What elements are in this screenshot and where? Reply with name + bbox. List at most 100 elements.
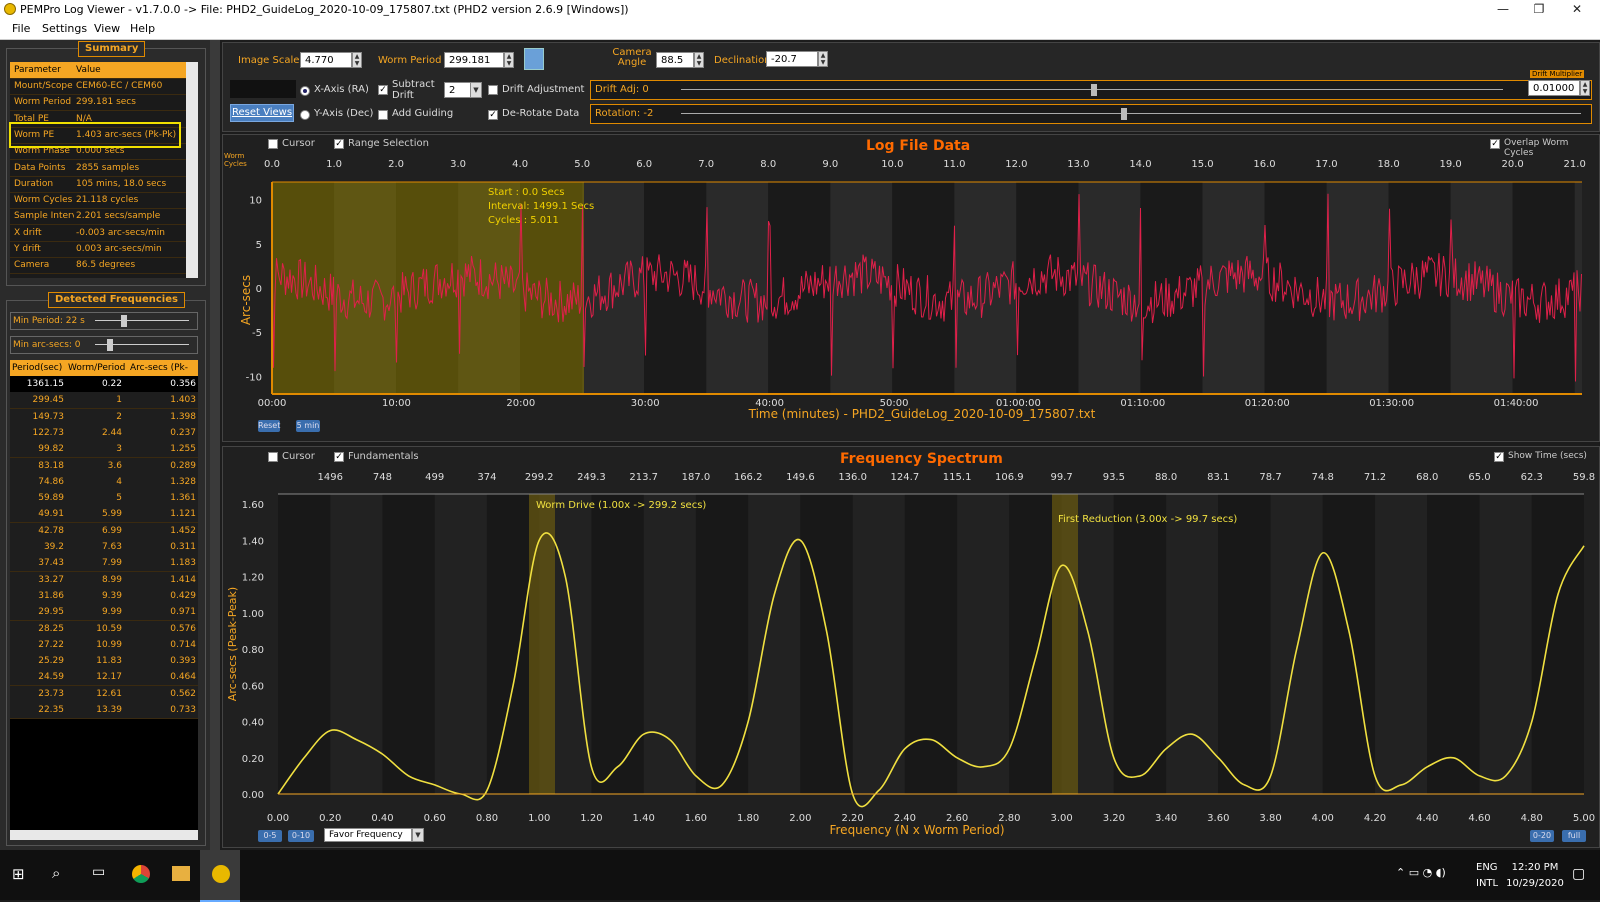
worm-period-spinner[interactable]: ▲ ▼ (504, 52, 514, 68)
task-view-icon[interactable]: ▭ (92, 864, 105, 880)
rotation-slider[interactable]: Rotation: -2 (590, 104, 1592, 124)
summary-value: 2.201 secs/sample (76, 211, 161, 222)
declination-input[interactable]: -20.7 (766, 51, 818, 67)
derotate-checkbox[interactable]: ✓ (488, 110, 498, 120)
camera-angle-spinner[interactable]: ▲ ▼ (694, 52, 704, 68)
min-period-thumb[interactable] (121, 315, 127, 327)
drift-multiplier-spinner[interactable]: ▲ ▼ (1580, 80, 1590, 96)
spectrum-x-tick: 0.00 (267, 813, 289, 824)
detected-worm: 0.22 (101, 379, 122, 389)
drift-adjustment-checkbox[interactable] (488, 85, 498, 95)
close-button[interactable]: ✕ (1554, 0, 1600, 20)
spectrum-top-tick: 59.8 (1573, 472, 1595, 483)
log-reset-button[interactable]: Reset (258, 420, 280, 432)
keyboard-layout[interactable]: INTL (1476, 878, 1498, 889)
range-selection-area[interactable] (272, 182, 584, 394)
reset-views-button[interactable]: Reset Views (230, 104, 294, 122)
detected-worm: 10.59 (96, 623, 122, 634)
detected-header-row: Period(sec)Worm/PeriodArc-secs (Pk-Pk) (10, 360, 198, 389)
clock-date[interactable]: 10/29/2020 (1506, 878, 1564, 889)
summary-param: Mount/Scope (14, 81, 73, 91)
windows-start-icon[interactable]: ⊞ (12, 866, 28, 882)
search-icon[interactable]: ⌕ (52, 864, 60, 882)
detected-hscrollbar[interactable] (10, 830, 198, 840)
worm-drive-label: Worm Drive (1.00x -> 299.2 secs) (536, 500, 706, 511)
camera-angle-input[interactable]: 88.5 (656, 52, 694, 68)
detected-row: 99.82 3 1.255 (10, 441, 198, 459)
detected-arcsecs: 1.121 (170, 509, 196, 520)
range-0-5-button[interactable]: 0-5 (258, 830, 282, 842)
detected-header-worm: Worm/Period (68, 363, 126, 373)
range-0-20-button[interactable]: 0-20 (1530, 830, 1554, 842)
worm-cycle-band (644, 182, 707, 394)
subtract-drift-checkbox[interactable]: ✓ (378, 85, 388, 95)
spectrum-band (904, 494, 958, 794)
image-scale-input[interactable]: 4.770 (300, 52, 352, 68)
spectrum-y-tick: 0.80 (242, 645, 264, 656)
detected-row: 25.29 11.83 0.393 (10, 653, 198, 671)
chrome-icon[interactable] (132, 865, 150, 883)
summary-scrollbar[interactable] (186, 62, 198, 278)
log-top-tick: 8.0 (760, 159, 776, 170)
min-period-slider[interactable]: Min Period: 22 s (10, 312, 198, 330)
pempro-taskbar-icon (212, 865, 230, 883)
summary-value: 0.003 arc-secs/min (76, 244, 162, 254)
image-scale-spinner[interactable]: ▲ ▼ (352, 52, 362, 68)
drift-adj-thumb[interactable] (1091, 84, 1097, 96)
worm-cycle-band (1016, 182, 1079, 394)
log-chart[interactable]: Arc-secs 0.0 1.0 2.0 3.0 4.0 5.0 6.0 7.0 8.0 9.0 1… (222, 150, 1598, 440)
detected-row: 28.25 10.59 0.576 (10, 620, 198, 638)
range-selection-checkbox[interactable]: ✓ (334, 139, 344, 149)
overlap-checkbox[interactable]: ✓ (1490, 139, 1500, 149)
five-min-button[interactable]: 5 min (296, 420, 320, 432)
spectrum-x-tick: 4.20 (1364, 813, 1386, 824)
worm-drive-marker (529, 494, 555, 794)
spectrum-band (748, 494, 801, 794)
spectrum-x-tick: 3.00 (1050, 813, 1072, 824)
menu-file[interactable]: File (12, 22, 30, 35)
tray-icons[interactable]: ⌃ ▭ ◔ ◖) (1396, 866, 1446, 879)
menu-help[interactable]: Help (130, 22, 155, 35)
clock-time[interactable]: 12:20 PM (1508, 862, 1562, 873)
log-xlabel: Time (minutes) - PHD2_GuideLog_2020-10-0… (748, 407, 1096, 421)
full-range-button[interactable]: full (1562, 830, 1586, 842)
min-arcsecs-thumb[interactable] (107, 339, 113, 351)
rotation-thumb[interactable] (1121, 108, 1127, 120)
detected-arcsecs: 1.452 (170, 525, 196, 536)
spectrum-chart[interactable]: Worm Drive (1.00x -> 299.2 secs) First R… (222, 464, 1598, 854)
spectrum-x-tick: 3.60 (1207, 813, 1229, 824)
show-time-checkbox[interactable]: ✓ (1494, 452, 1504, 462)
y-axis-radio[interactable] (300, 110, 310, 120)
drift-adj-slider[interactable]: Drift Adj: 0 (590, 80, 1592, 100)
splitter[interactable] (210, 40, 220, 850)
menu-view[interactable]: View (94, 22, 120, 35)
detected-worm: 7.99 (101, 558, 122, 569)
file-explorer-icon[interactable] (172, 866, 190, 881)
declination-spinner[interactable]: ▲ ▼ (818, 51, 828, 67)
range-selection-label: Range Selection (348, 138, 429, 149)
range-0-10-button[interactable]: 0-10 (288, 830, 314, 842)
drift-multiplier-input[interactable]: 0.01000 (1528, 80, 1580, 96)
language-indicator[interactable]: ENG (1476, 862, 1498, 873)
summary-param: X drift (14, 227, 42, 238)
log-cursor-checkbox[interactable] (268, 139, 278, 149)
add-guiding-checkbox[interactable] (378, 110, 388, 120)
favor-frequency-select[interactable]: Favor Frequency (324, 828, 412, 842)
detected-period: 1361.15 (26, 379, 64, 389)
notification-icon[interactable]: ▢ (1572, 866, 1585, 882)
min-arcsecs-slider[interactable]: Min arc-secs: 0 (10, 336, 198, 354)
menu-settings[interactable]: Settings (42, 22, 87, 35)
summary-value: CEM60-EC / CEM60 (76, 81, 163, 91)
detected-arcsecs: 0.971 (170, 607, 196, 618)
drift-count-dropdown[interactable]: ▼ (470, 82, 482, 98)
calculator-icon[interactable] (524, 48, 544, 70)
detected-row: 27.22 10.99 0.714 (10, 636, 198, 654)
favor-frequency-dropdown[interactable]: ▼ (412, 828, 424, 842)
x-axis-radio[interactable] (300, 86, 310, 96)
fundamentals-checkbox[interactable]: ✓ (334, 452, 344, 462)
detected-row: 299.45 1 1.403 (10, 392, 198, 410)
spectrum-band (1531, 494, 1584, 794)
spectrum-cursor-checkbox[interactable] (268, 452, 278, 462)
spectrum-top-tick: 68.0 (1416, 472, 1438, 483)
worm-period-input[interactable]: 299.181 (444, 52, 504, 68)
